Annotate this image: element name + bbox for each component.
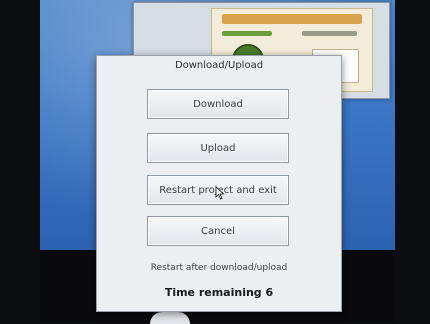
download-button[interactable]: Download [147,89,289,119]
dialog-title: Download/Upload [174,60,264,71]
device-knob [150,312,190,324]
mouse-cursor-icon [215,186,225,200]
device-frame: Download/Upload Download Upload Restart … [0,0,430,324]
restart-note: Restart after download/upload [150,263,288,273]
download-upload-dialog: Download/Upload Download Upload Restart … [96,55,342,312]
background-panel-bar [222,31,272,36]
cancel-button[interactable]: Cancel [147,216,289,246]
time-remaining-label: Time remaining 6 [164,286,274,299]
upload-button[interactable]: Upload [147,133,289,163]
background-panel-bar [302,31,357,36]
background-panel-titlebar [222,14,362,24]
